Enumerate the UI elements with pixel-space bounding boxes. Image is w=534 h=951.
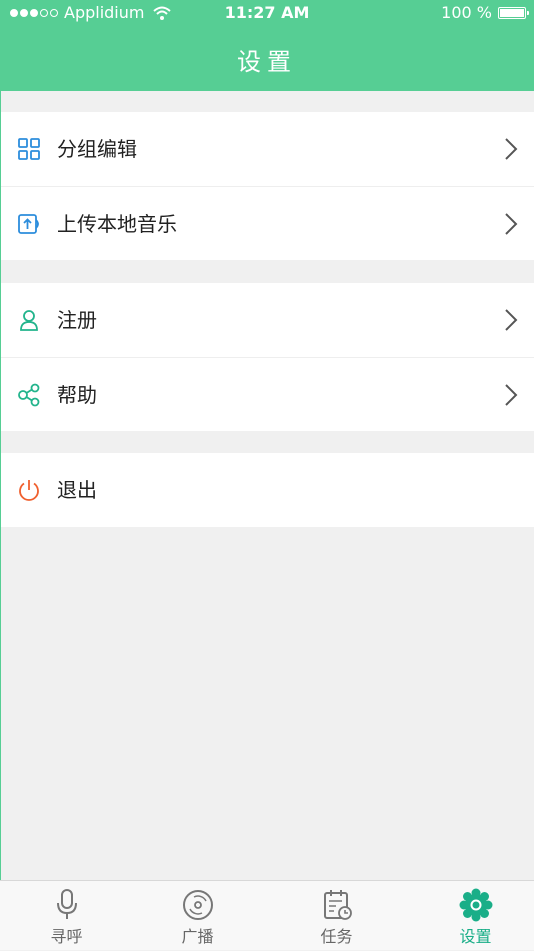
menu-group-1: 分组编辑 上传本地音乐 xyxy=(1,112,534,260)
tab-label: 广播 xyxy=(181,927,214,946)
battery-icon xyxy=(498,7,529,19)
tab-bar: 寻呼 广播 任务 设置 xyxy=(0,880,534,950)
microphone-icon xyxy=(56,889,77,919)
menu-item-help[interactable]: 帮助 xyxy=(1,357,534,431)
calendar-clock-icon xyxy=(323,890,352,920)
menu-item-label: 帮助 xyxy=(57,383,97,407)
menu-item-label: 注册 xyxy=(57,308,97,332)
tab-paging[interactable]: 寻呼 xyxy=(0,881,133,951)
menu-item-register[interactable]: 注册 xyxy=(1,283,534,357)
share-nodes-icon xyxy=(18,383,40,407)
menu-item-logout[interactable]: 退出 xyxy=(1,453,534,527)
menu-item-label: 退出 xyxy=(57,478,97,502)
menu-item-group-edit[interactable]: 分组编辑 xyxy=(1,112,534,186)
menu-item-upload-music[interactable]: 上传本地音乐 xyxy=(1,186,534,260)
settings-gear-icon xyxy=(459,888,492,922)
chevron-right-icon xyxy=(505,309,518,331)
tab-label: 任务 xyxy=(320,927,353,946)
tab-settings[interactable]: 设置 xyxy=(409,881,534,951)
menu-group-2: 注册 帮助 xyxy=(1,283,534,431)
header-bar: Applidium 11:27 AM 100 % 设置 xyxy=(0,0,534,91)
tab-label: 设置 xyxy=(459,927,492,946)
tab-tasks[interactable]: 任务 xyxy=(270,881,403,951)
status-bar: Applidium 11:27 AM 100 % xyxy=(0,0,534,26)
power-icon xyxy=(19,480,39,501)
menu-item-label: 上传本地音乐 xyxy=(57,212,177,236)
battery-percent: 100 % xyxy=(441,3,492,22)
tab-broadcast[interactable]: 广播 xyxy=(131,881,264,951)
menu-item-label: 分组编辑 xyxy=(57,137,137,161)
disc-icon xyxy=(182,890,213,920)
page-title: 设置 xyxy=(237,48,297,76)
tab-label: 寻呼 xyxy=(50,927,83,946)
menu-group-3: 退出 xyxy=(1,453,534,527)
chevron-right-icon xyxy=(505,213,518,235)
upload-music-icon xyxy=(18,214,39,234)
chevron-right-icon xyxy=(505,138,518,160)
grid-icon xyxy=(18,138,40,160)
chevron-right-icon xyxy=(505,384,518,406)
user-icon xyxy=(20,310,38,331)
